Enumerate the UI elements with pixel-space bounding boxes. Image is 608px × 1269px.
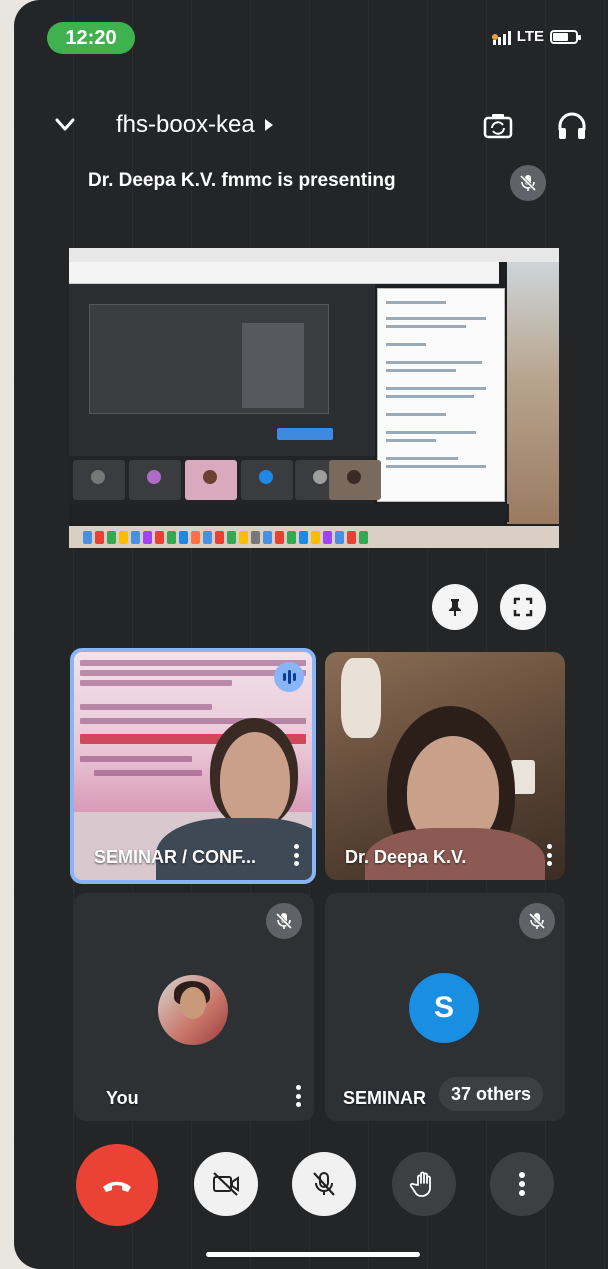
mic-off-icon xyxy=(313,1172,335,1196)
presenter-mic-off-icon xyxy=(510,165,546,201)
shared-screen-thumbnails xyxy=(69,456,381,504)
status-bar: 12:20 LTE xyxy=(14,20,608,56)
others-count-badge[interactable]: 37 others xyxy=(439,1077,544,1111)
wall-decoration xyxy=(341,658,381,738)
more-vert-icon[interactable] xyxy=(292,844,300,866)
more-vert-icon[interactable] xyxy=(545,844,553,866)
participant-tile-seminar-video[interactable]: SEMINAR / CONF... xyxy=(70,648,316,884)
shared-screen-stop-button xyxy=(277,428,333,440)
end-call-icon xyxy=(103,1181,131,1192)
shared-screen[interactable] xyxy=(69,248,559,548)
home-indicator[interactable] xyxy=(206,1252,420,1257)
participant-face xyxy=(220,732,290,828)
meeting-header: fhs-boox-kea xyxy=(14,100,608,152)
chevron-right-icon xyxy=(264,119,273,131)
end-call-button[interactable] xyxy=(76,1144,158,1226)
raise-hand-icon xyxy=(409,1171,431,1197)
switch-camera-icon[interactable] xyxy=(480,108,516,144)
avatar: S xyxy=(409,973,479,1043)
presenting-row: Dr. Deepa K.V. fmmc is presenting xyxy=(14,162,608,202)
phone-screen: 12:20 LTE fhs-boox-kea Dr. Deepa K.V. fm… xyxy=(14,0,608,1269)
shared-screen-wallpaper xyxy=(507,262,559,524)
participant-tile-you[interactable]: You xyxy=(74,893,314,1121)
shared-screen-dock xyxy=(69,526,559,548)
speaking-indicator-icon xyxy=(274,662,304,692)
tile-label: Dr. Deepa K.V. xyxy=(345,847,467,867)
raise-hand-button[interactable] xyxy=(392,1152,456,1216)
chevron-down-icon[interactable] xyxy=(50,110,80,140)
status-icons: LTE xyxy=(492,28,581,45)
mic-off-icon xyxy=(266,903,302,939)
more-options-button[interactable] xyxy=(490,1152,554,1216)
network-type: LTE xyxy=(516,28,544,45)
tile-label: SEMINAR xyxy=(343,1088,427,1108)
mic-off-icon xyxy=(519,903,555,939)
participant-tile-others[interactable]: S SEMINAR 37 others xyxy=(325,893,565,1121)
battery-fill xyxy=(553,32,569,41)
call-controls xyxy=(14,1142,608,1226)
more-vert-icon xyxy=(519,1172,525,1196)
signal-icon xyxy=(492,29,511,45)
avatar xyxy=(158,975,228,1045)
mic-toggle-button[interactable] xyxy=(292,1152,356,1216)
camera-off-icon xyxy=(213,1172,239,1196)
presenting-label: Dr. Deepa K.V. fmmc is presenting xyxy=(88,170,396,191)
pin-icon xyxy=(449,599,461,616)
tile-label: SEMINAR / CONF... xyxy=(94,847,257,867)
shared-screen-stage xyxy=(69,284,375,464)
camera-toggle-button[interactable] xyxy=(194,1152,258,1216)
more-vert-icon[interactable] xyxy=(294,1085,302,1107)
pin-button[interactable] xyxy=(432,584,478,630)
shared-screen-menubar xyxy=(69,248,559,262)
headphones-icon[interactable] xyxy=(554,108,590,144)
participant-tile-deepa-video[interactable]: Dr. Deepa K.V. xyxy=(325,652,565,880)
meeting-title[interactable]: fhs-boox-kea xyxy=(116,111,275,139)
shared-screen-inner-window xyxy=(89,304,329,414)
meeting-code: fhs-boox-kea xyxy=(116,111,255,138)
status-time: 12:20 xyxy=(47,22,135,54)
fullscreen-button[interactable] xyxy=(500,584,546,630)
fullscreen-icon xyxy=(513,597,533,617)
tile-label: You xyxy=(106,1088,139,1108)
shared-screen-meet-controls xyxy=(69,504,509,522)
shared-screen-document xyxy=(377,288,505,502)
shared-screen-browser-bar xyxy=(69,262,499,284)
battery-icon xyxy=(550,29,581,44)
